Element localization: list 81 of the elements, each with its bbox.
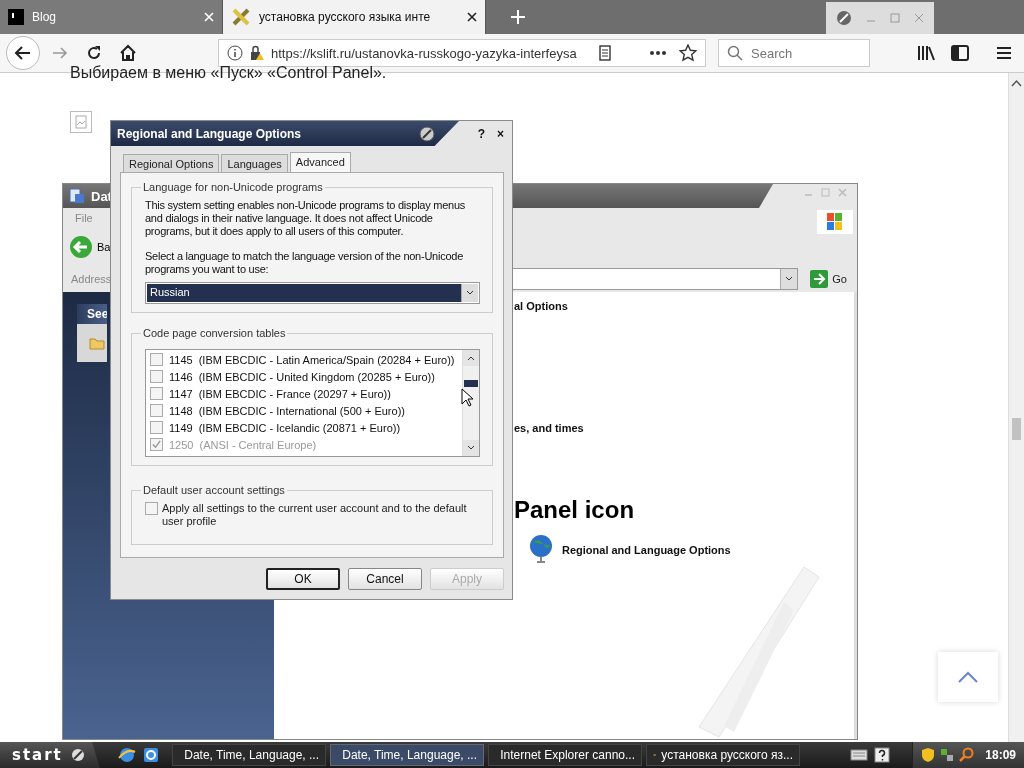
chevron-up-icon [957,671,979,683]
outlook-icon[interactable] [142,746,160,764]
category-heading: al Options [514,300,569,312]
back-button[interactable] [6,36,40,70]
category-heading: es, and times [514,422,585,434]
article-text: Выбираем в меню «Пуск» «Control Panel». [70,64,387,82]
url-field[interactable]: https://kslift.ru/ustanovka-russkogo-yazyka-interfeysa [218,39,706,67]
home-icon [119,44,137,62]
checkbox[interactable] [145,502,158,515]
dialog-button[interactable]: Cancel [348,568,422,590]
description-text: This system setting enables non-Unicode programs to display menus and dialogs in their native language. It does not affect Unicode programs, but it does apply to all users of this computer. [145,199,467,238]
checkbox[interactable] [150,421,163,434]
slashed-circle-icon [70,748,85,762]
dialog-title: Regional and Language Options [117,126,302,141]
list-row[interactable]: 1147 (IBM EBCDIC - France (20297 + Euro)) [150,385,458,402]
back-arrow-icon [14,44,32,62]
taskbar-button[interactable]: Internet Explorer canno... [488,744,642,766]
arrow-right-icon [810,270,829,288]
back-label[interactable]: Ba [97,241,111,253]
prompt-text: Select a language to match the language version of the non-Unicode programs you want to use: [145,250,464,276]
reload-icon [86,45,102,61]
broken-image-icon [70,111,92,133]
dialog-tab[interactable]: Languages [221,154,288,172]
slashed-circle-icon[interactable] [836,10,852,26]
browser-tab[interactable]: Blog [0,0,223,34]
mouse-cursor-icon [461,388,473,408]
scroll-down-icon[interactable] [467,445,475,451]
dialog-tab[interactable]: Regional Options [123,154,220,172]
checkbox[interactable] [150,353,163,366]
list-row[interactable]: 1148 (IBM EBCDIC - International (500 + Euro)) [150,402,458,419]
network-icon[interactable] [939,747,956,763]
help-button[interactable]: ? [477,126,485,141]
close-button[interactable]: × [497,126,504,141]
checkbox[interactable] [150,387,163,400]
windows-logo-icon [817,210,853,234]
scroll-up-icon[interactable] [1011,79,1022,87]
warning-lock-icon [249,45,265,61]
checkbox[interactable] [150,404,163,417]
globe-icon [528,534,554,566]
scrollbar[interactable] [1008,73,1024,742]
forward-arrow-icon [52,45,68,61]
dialog-button[interactable]: OK [266,568,340,590]
start-button[interactable]: start [0,742,100,768]
window-icon [69,188,85,204]
help-icon[interactable] [874,747,891,763]
dialog-tab[interactable]: Advanced [289,152,351,172]
list-row[interactable]: 1145 (IBM EBCDIC - Latin America/Spain (20284 + Euro)) [150,351,458,368]
globe-e-icon[interactable] [118,746,136,764]
address-label: Address [71,273,112,285]
reader-view-icon[interactable] [597,45,613,61]
group-label: Default user account settings [142,484,286,496]
browser-tab[interactable]: установка русского языка инте [223,0,486,34]
info-icon [227,45,243,61]
taskbar-button[interactable]: установка русского яз... [646,744,800,766]
group-label: Code page conversion tables [142,327,287,339]
more-icon[interactable] [649,50,667,56]
search-icon [727,45,743,61]
list-row[interactable]: 1146 (IBM EBCDIC - United Kingdom (20285 + Euro)) [150,368,458,385]
search-icon[interactable] [959,747,976,763]
control-panel-link[interactable]: Regional and Language Options [528,534,854,566]
checkbox-label[interactable]: Apply all settings to the current user account and to the default user profile [162,502,480,528]
tools-icon [231,7,251,27]
scroll-up-icon[interactable] [467,355,475,361]
list-row[interactable]: 1149 (IBM EBCDIC - Icelandic (20871 + Euro)) [150,419,458,436]
search-field[interactable]: Search [718,39,870,67]
star-icon[interactable] [679,44,697,62]
scroll-thumb[interactable] [464,380,478,387]
scroll-thumb[interactable] [1012,418,1021,440]
clock: 18:09 [985,748,1016,762]
go-button[interactable]: Go [804,269,857,289]
shield-icon[interactable] [921,747,936,763]
page-heading: Panel icon [514,496,636,524]
keyboard-icon[interactable] [850,747,869,761]
close-icon[interactable] [467,12,477,22]
terminal-icon [8,9,24,25]
scrollbar[interactable] [462,350,479,456]
language-dropdown[interactable]: Russian [145,282,480,304]
taskbar-button[interactable]: Date, Time, Language, ... [330,744,484,766]
taskbar-button[interactable]: Date, Time, Language, ... [172,744,326,766]
group-label: Language for non-Unicode programs [142,181,324,193]
checkbox[interactable] [150,370,163,383]
